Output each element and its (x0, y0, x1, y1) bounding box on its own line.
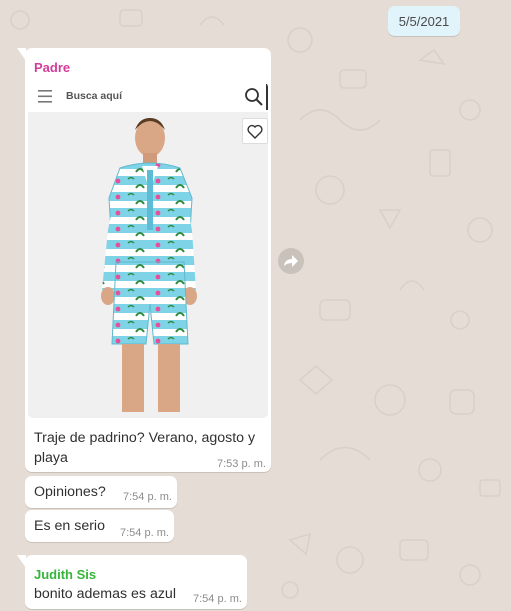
bubble-tail (17, 48, 26, 61)
heart-icon (247, 124, 263, 139)
date-chip: 5/5/2021 (388, 6, 460, 36)
image-search-placeholder: Busca aquí (66, 90, 123, 102)
message-bubble[interactable]: Judith Sis bonito ademas es azul 7:54 p.… (17, 555, 247, 609)
message-bubble[interactable]: Opiniones? 7:54 p. m. (25, 476, 177, 508)
message-text: Es en serio (34, 518, 105, 534)
forward-button[interactable] (278, 248, 304, 274)
message-text: bonito ademas es azul (34, 586, 176, 602)
forward-icon (284, 255, 298, 267)
shared-image[interactable]: Busca aquí (28, 82, 268, 418)
search-icon (245, 88, 263, 106)
message-bubble-image[interactable]: Padre Busca aquí Traje de padrino? Veran… (17, 48, 271, 472)
message-time: 7:54 p. m. (193, 593, 242, 605)
sender-name[interactable]: Judith Sis (34, 567, 96, 582)
scroll-edge (266, 84, 268, 110)
image-search-bar: Busca aquí (28, 82, 268, 113)
favorite-button (242, 118, 268, 144)
message-bubble[interactable]: Es en serio 7:54 p. m. (25, 510, 174, 542)
message-text: Opiniones? (34, 484, 106, 500)
bubble-tail (17, 555, 26, 568)
message-time: 7:54 p. m. (123, 491, 172, 503)
sender-name[interactable]: Padre (34, 60, 70, 75)
date-label: 5/5/2021 (398, 13, 450, 29)
message-time: 7:54 p. m. (120, 527, 169, 539)
message-time: 7:53 p. m. (217, 458, 266, 470)
man-in-tropical-suit-photo (28, 112, 268, 418)
menu-icon (38, 90, 52, 103)
